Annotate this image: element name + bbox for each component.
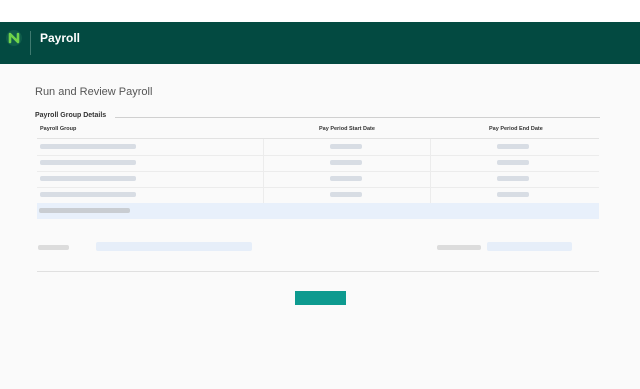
column-divider bbox=[263, 139, 264, 203]
payroll-group-placeholder bbox=[40, 144, 136, 149]
page-title: Run and Review Payroll bbox=[35, 86, 153, 98]
header-divider bbox=[30, 31, 31, 55]
n-logo-icon[interactable] bbox=[6, 30, 22, 46]
payroll-group-placeholder bbox=[40, 192, 136, 197]
table-row[interactable] bbox=[37, 187, 599, 204]
section-title: Payroll Group Details bbox=[35, 112, 107, 119]
main-content: Run and Review Payroll Payroll Group Det… bbox=[0, 64, 640, 389]
run-payroll-button[interactable] bbox=[295, 291, 346, 305]
payroll-group-table bbox=[37, 138, 599, 219]
start-date-placeholder bbox=[330, 192, 362, 197]
input-placeholder-right[interactable] bbox=[487, 242, 572, 251]
start-date-placeholder bbox=[330, 144, 362, 149]
start-date-placeholder bbox=[330, 176, 362, 181]
field-label-placeholder bbox=[437, 245, 481, 250]
end-date-placeholder bbox=[497, 192, 529, 197]
payroll-group-placeholder bbox=[40, 176, 136, 181]
field-label-placeholder bbox=[38, 245, 69, 250]
column-header-start-date[interactable]: Pay Period Start Date bbox=[319, 126, 375, 132]
column-header-payroll-group[interactable]: Payroll Group bbox=[40, 126, 76, 132]
section-divider bbox=[115, 117, 600, 118]
end-date-placeholder bbox=[497, 144, 529, 149]
table-row[interactable] bbox=[37, 155, 599, 172]
end-date-placeholder bbox=[497, 160, 529, 165]
payroll-group-placeholder bbox=[40, 160, 136, 165]
app-title: Payroll bbox=[40, 31, 81, 45]
app-header: Payroll bbox=[0, 22, 640, 64]
table-row-highlighted[interactable] bbox=[37, 203, 599, 219]
column-header-end-date[interactable]: Pay Period End Date bbox=[489, 126, 543, 132]
divider bbox=[37, 271, 599, 272]
top-strip bbox=[0, 0, 640, 22]
input-placeholder-left[interactable] bbox=[96, 242, 252, 251]
summary-placeholder bbox=[39, 208, 130, 213]
table-row[interactable] bbox=[37, 171, 599, 188]
table-row[interactable] bbox=[37, 139, 599, 156]
end-date-placeholder bbox=[497, 176, 529, 181]
column-divider bbox=[430, 139, 431, 203]
start-date-placeholder bbox=[330, 160, 362, 165]
